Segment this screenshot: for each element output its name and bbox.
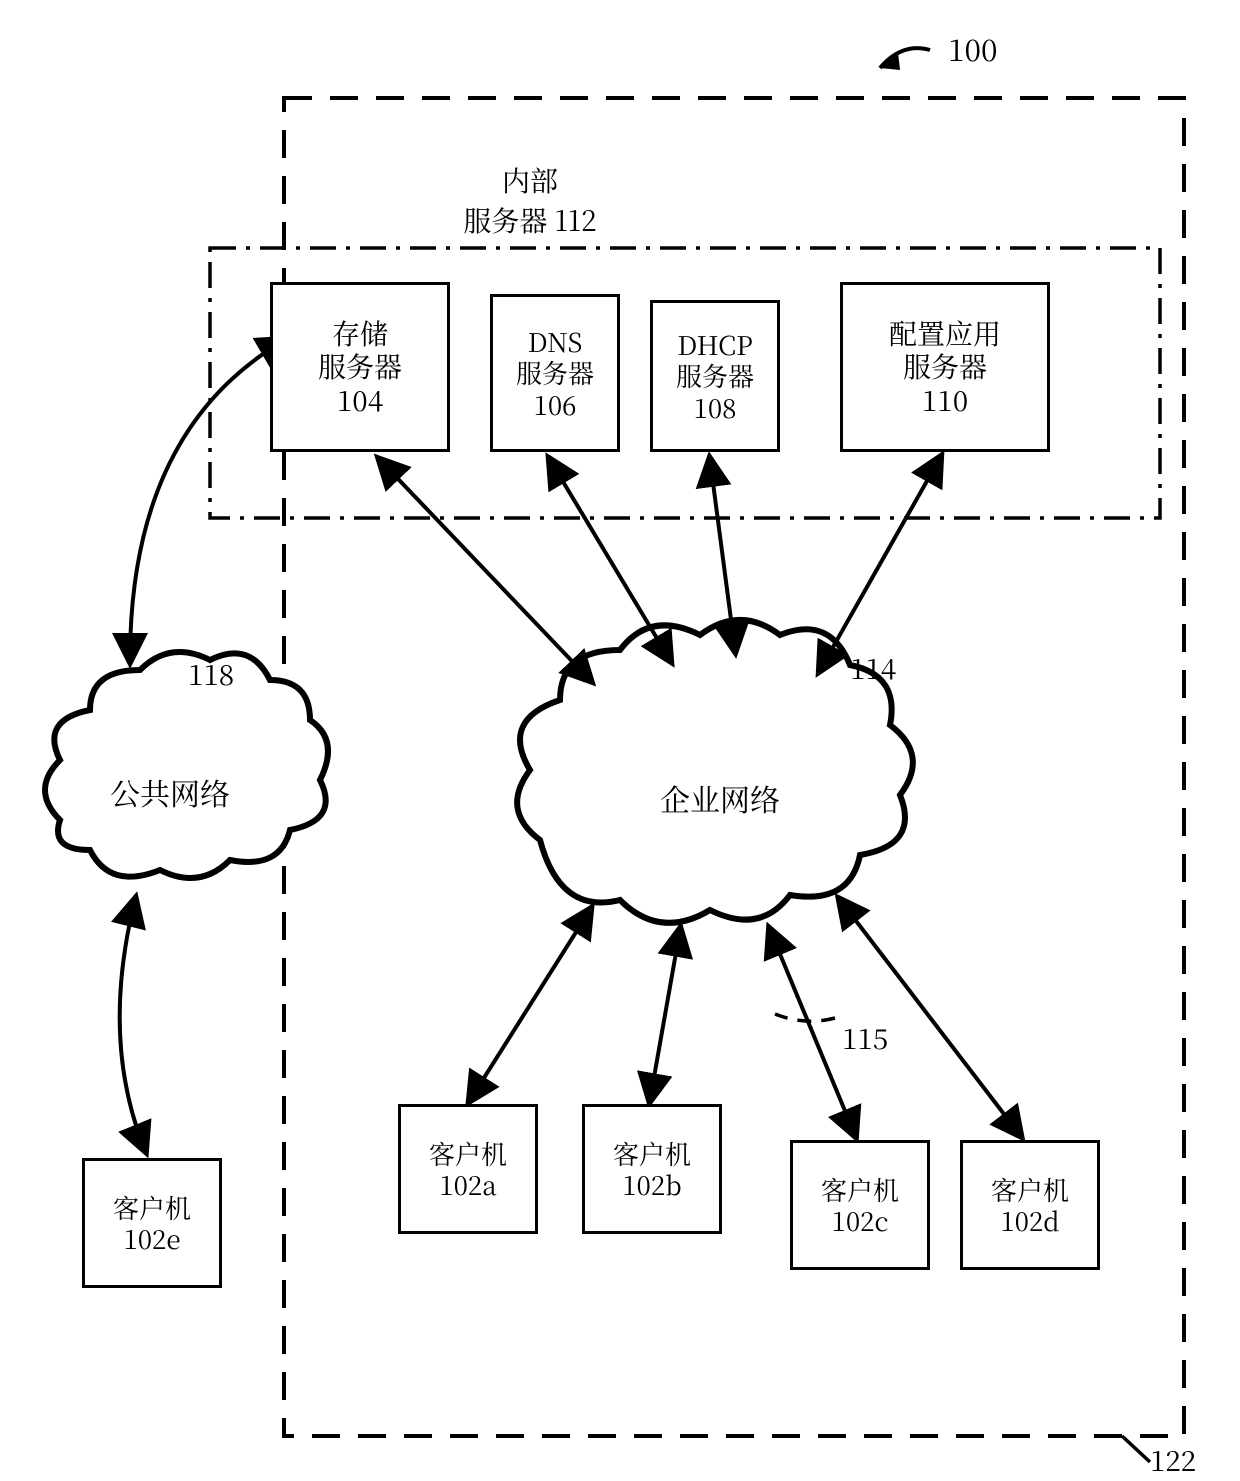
public-cloud-ref: 118 [188,654,234,694]
public-network-label: 公共网络 [70,770,270,814]
public-network-cloud [45,652,328,878]
enterprise-network-label: 企业网络 [620,776,820,820]
client-d-box: 客户机 102d [960,1140,1100,1270]
client-b-box: 客户机 102b [582,1104,722,1234]
dhcp-server-box: DHCP 服务器 108 [650,300,780,452]
client-a-box: 客户机 102a [398,1104,538,1234]
configapp-server-box: 配置应用 服务器 110 [840,282,1050,452]
client-e-box: 客户机 102e [82,1158,222,1288]
dns-server-box: DNS 服务器 106 [490,294,620,452]
outer-boundary-ref: 122 [1150,1440,1196,1480]
enterprise-cloud-ref: 114 [850,648,896,688]
diagram-canvas: 100 内部 服务器 112 118 114 115 122 存储 服务器 10… [0,0,1240,1481]
figure-ref: 100 [948,26,998,70]
link-ref: 115 [842,1018,888,1058]
internal-servers-label: 内部 服务器 112 [430,160,630,240]
client-c-box: 客户机 102c [790,1140,930,1270]
storage-server-box: 存储 服务器 104 [270,282,450,452]
